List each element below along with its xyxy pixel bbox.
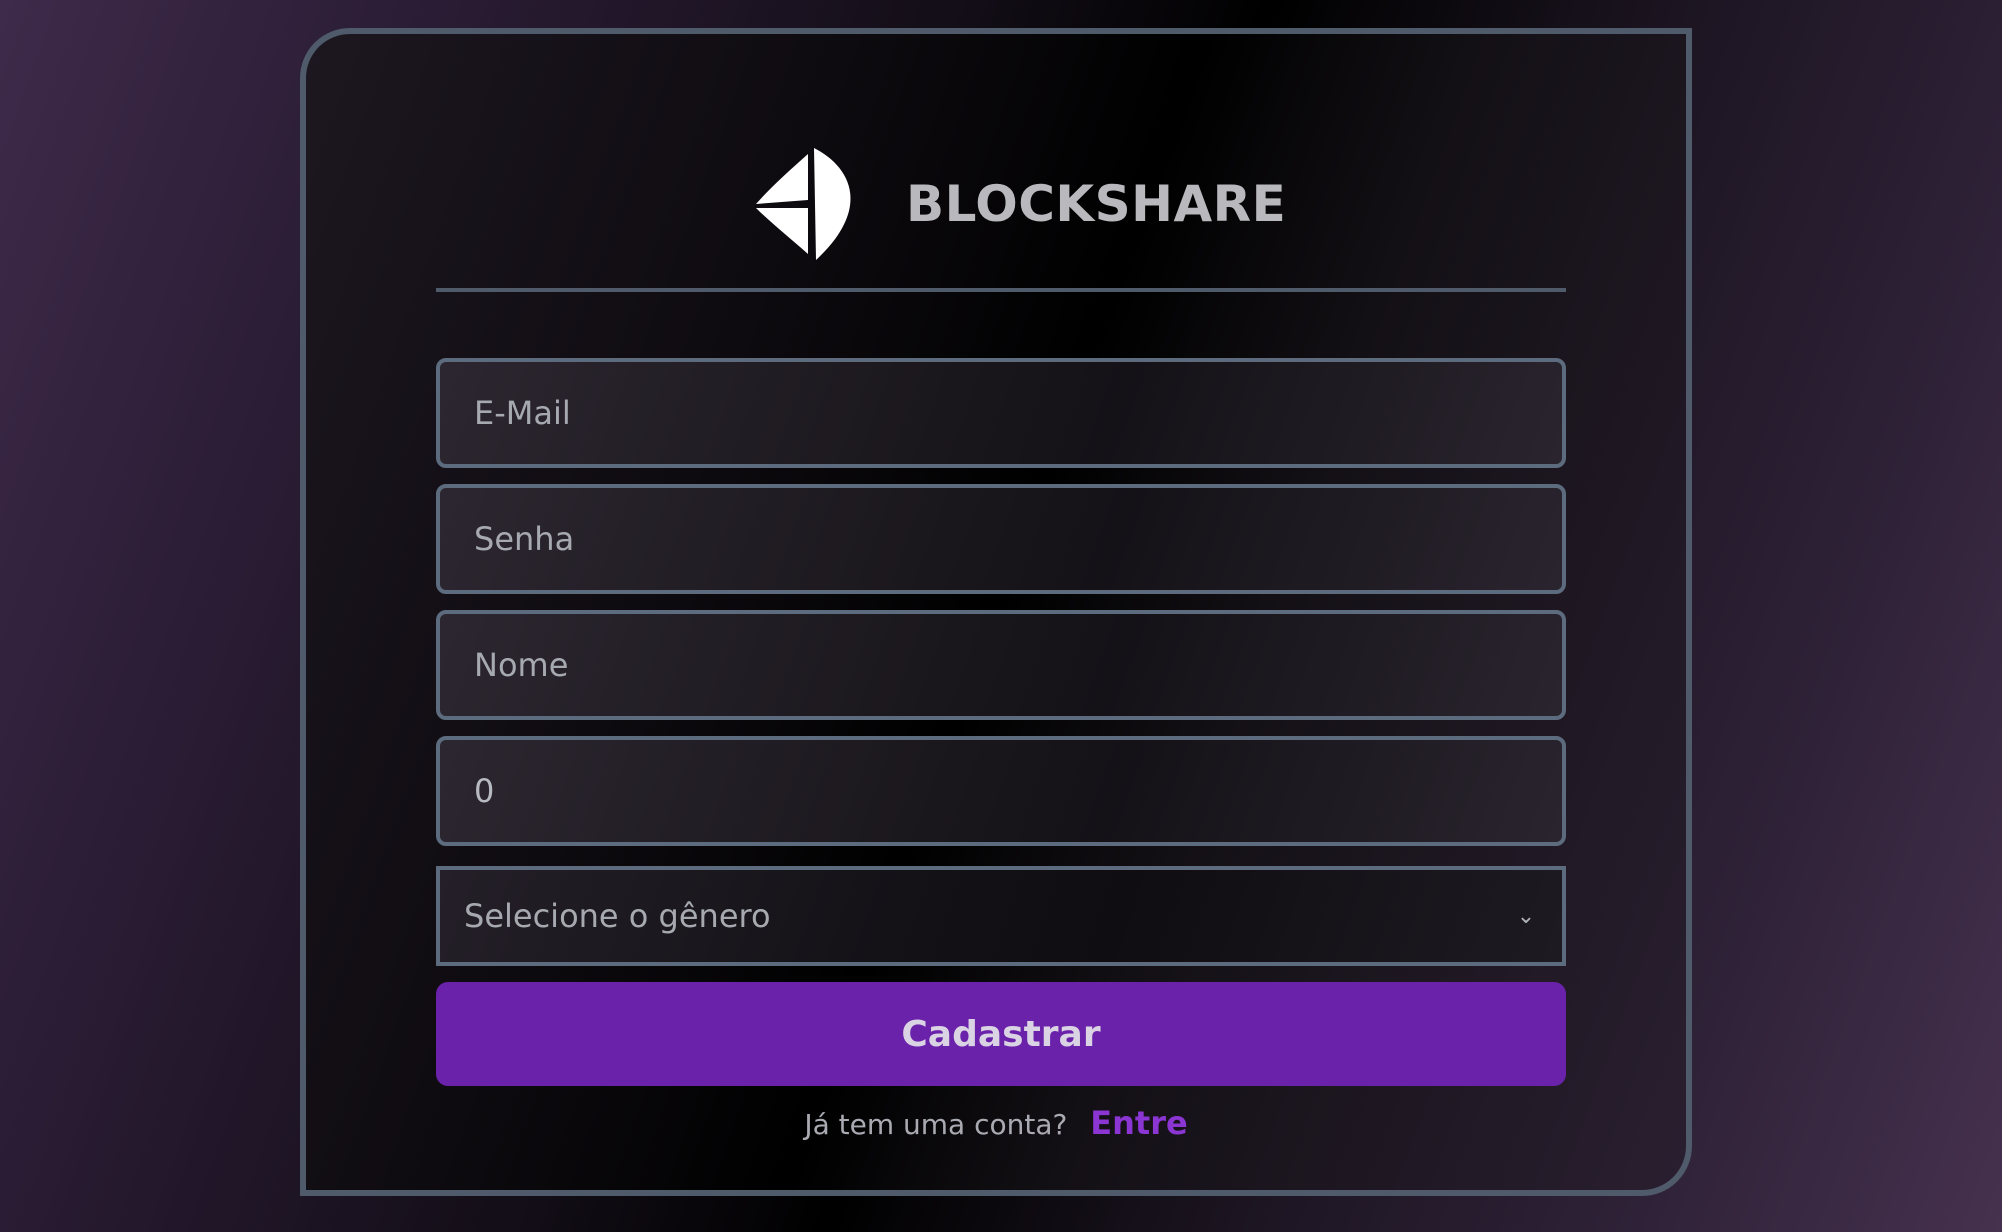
- login-prompt: Já tem uma conta? Entre: [306, 1104, 1686, 1142]
- header-divider: [436, 288, 1566, 292]
- number-field[interactable]: [436, 736, 1566, 846]
- login-link[interactable]: Entre: [1090, 1104, 1187, 1142]
- email-field[interactable]: [436, 358, 1566, 468]
- register-button[interactable]: Cadastrar: [436, 982, 1566, 1086]
- login-prompt-text: Já tem uma conta?: [804, 1108, 1068, 1141]
- signup-card: BLOCKSHARE Selecione o gênero ⌄ Cadastra…: [300, 28, 1692, 1196]
- name-field[interactable]: [436, 610, 1566, 720]
- brand-name: BLOCKSHARE: [906, 175, 1287, 233]
- gender-select[interactable]: Selecione o gênero ⌄: [436, 866, 1566, 966]
- password-field[interactable]: [436, 484, 1566, 594]
- sail-logo-icon: [756, 148, 851, 260]
- brand-header: BLOCKSHARE: [756, 114, 1286, 294]
- gender-select-value: Selecione o gênero: [464, 897, 771, 935]
- chevron-down-icon: ⌄: [1516, 903, 1536, 929]
